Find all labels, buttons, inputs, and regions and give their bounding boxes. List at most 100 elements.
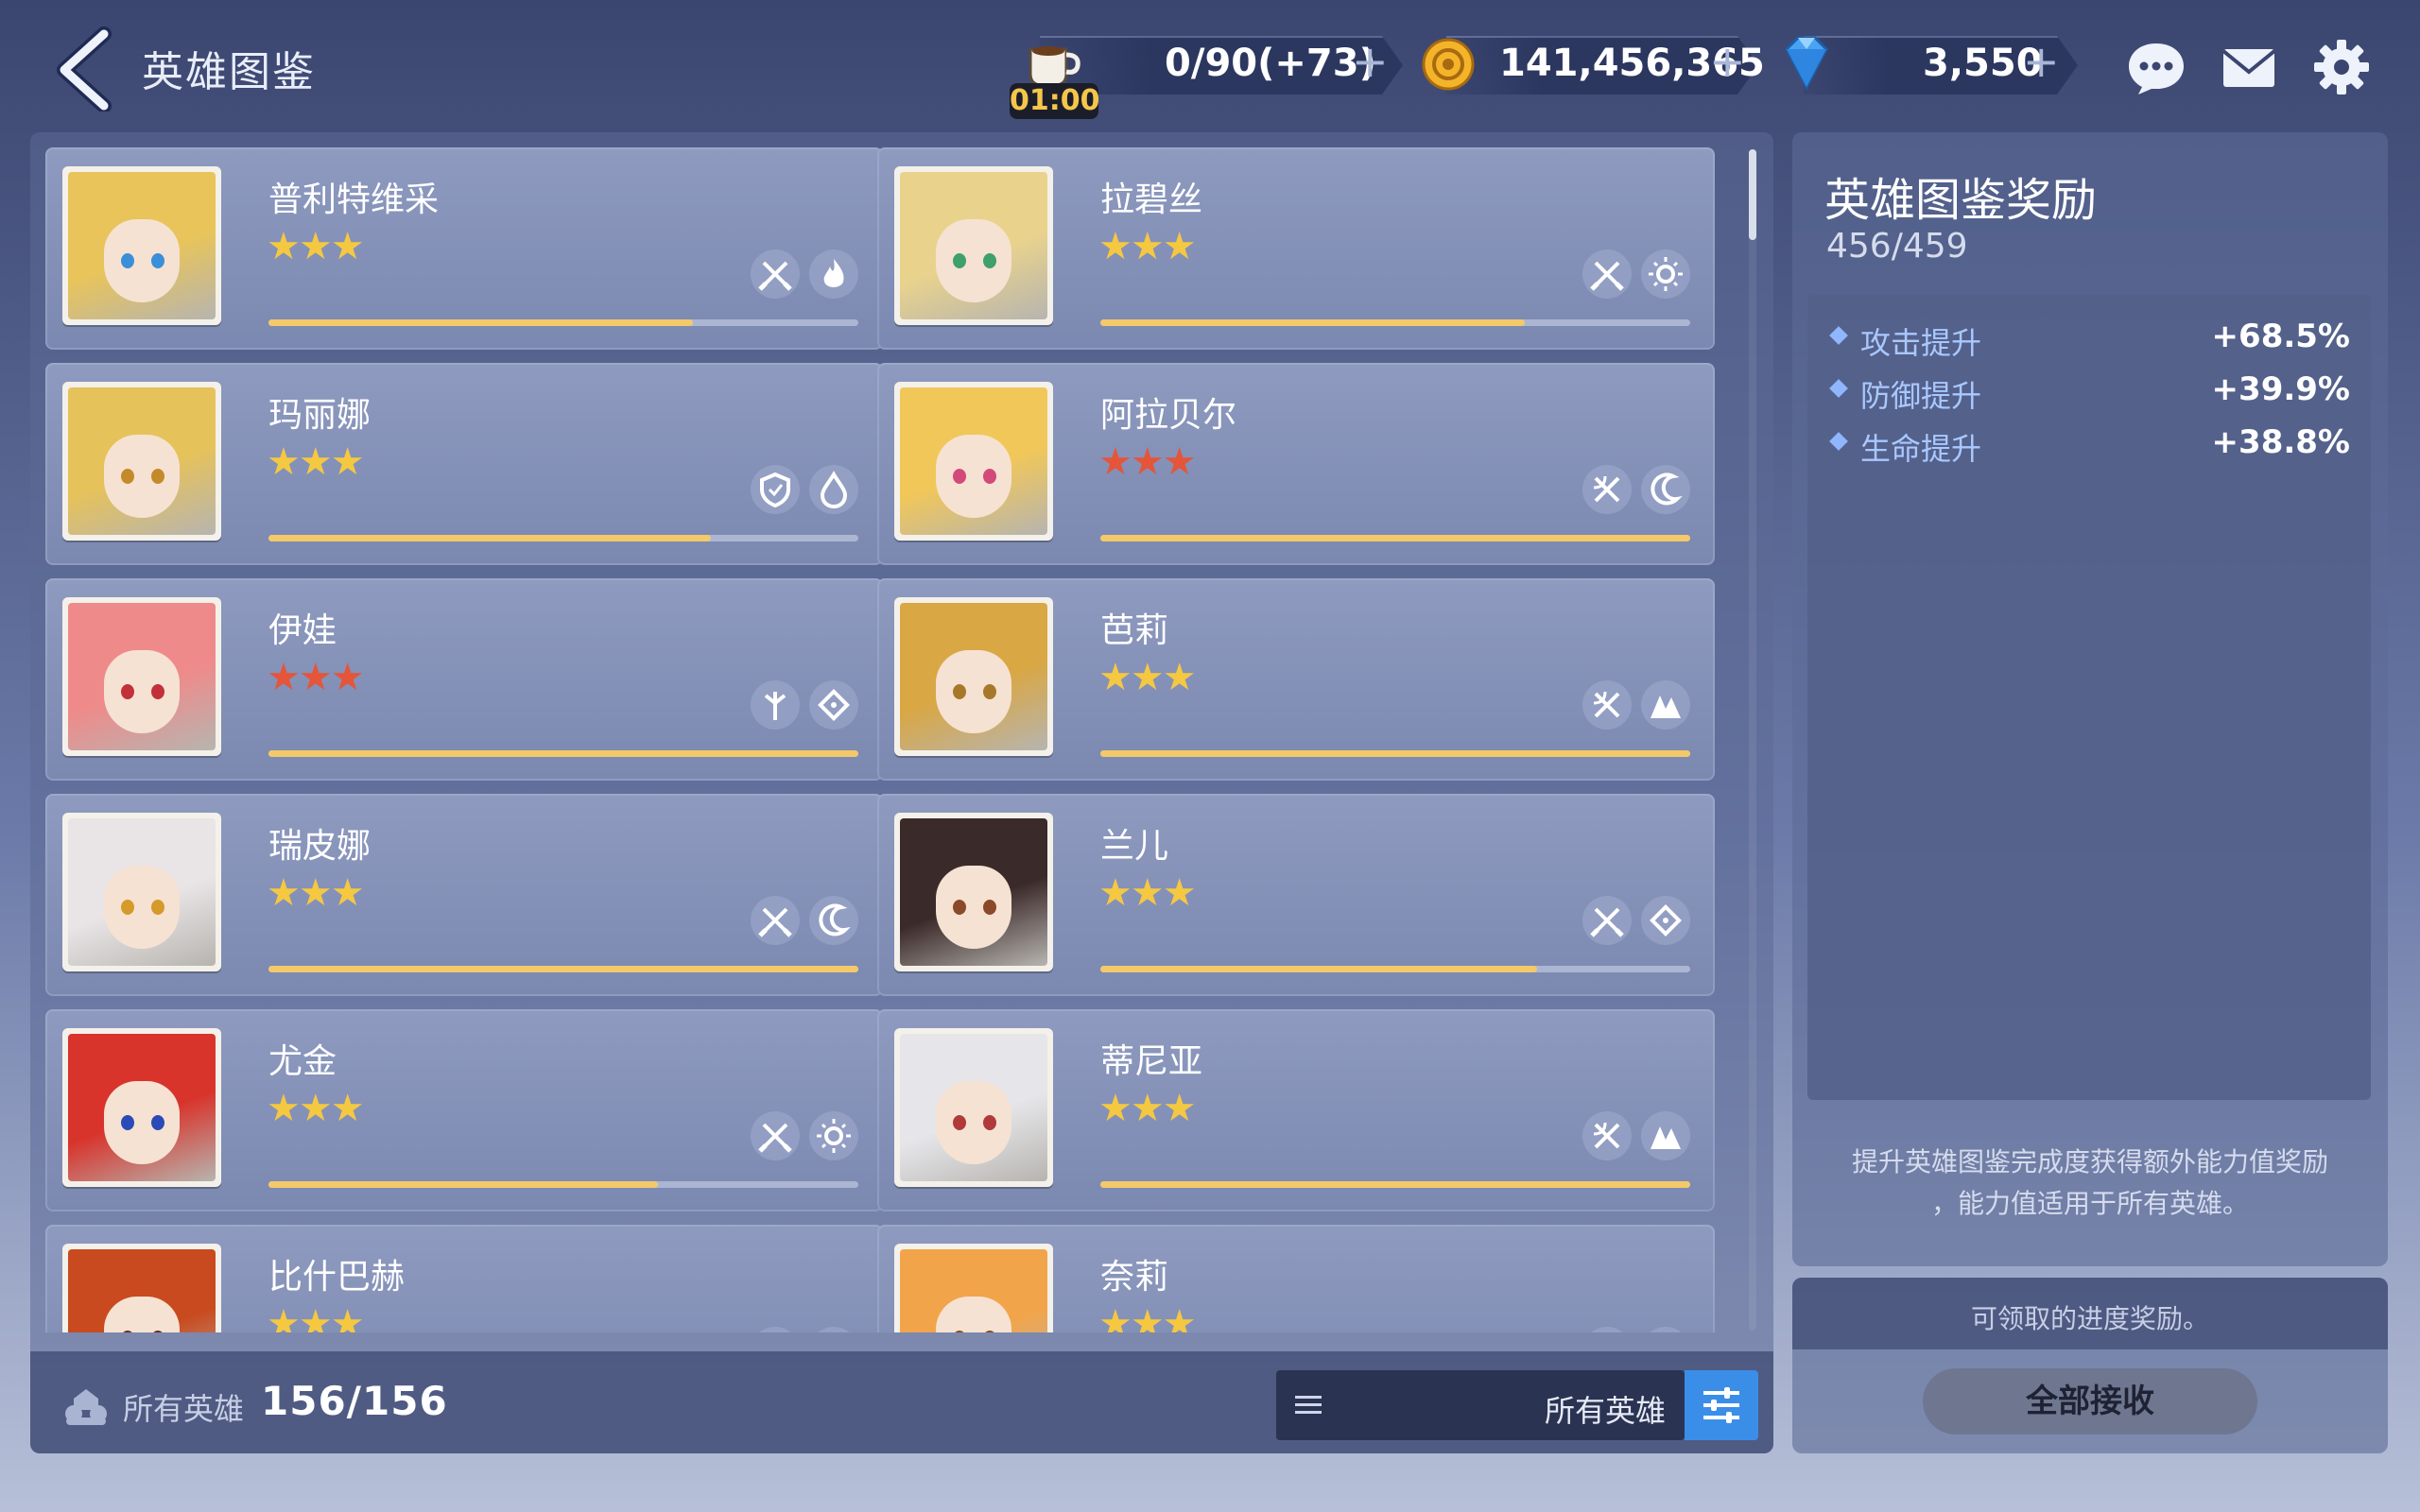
gold-coin-icon <box>1418 32 1478 96</box>
hero-name: 比什巴赫 <box>268 1258 406 1297</box>
hero-list[interactable]: 普利特维采 ★★★ 拉碧丝 ★★★ 玛丽娜 ★★★ 阿拉贝尔 ★★★ 伊娃 ★★… <box>30 132 1773 1332</box>
diamond-icon <box>1775 32 1838 96</box>
hero-filter-dropdown[interactable]: 所有英雄 <box>1276 1370 1685 1440</box>
moon-icon <box>1641 465 1690 514</box>
hero-stars: ★★★ <box>1098 656 1197 699</box>
gem-plus-button[interactable]: + <box>2023 36 2060 87</box>
hero-portrait <box>62 1244 221 1332</box>
hero-progress-bar <box>1100 750 1690 757</box>
crossed-swords-icon <box>1582 249 1632 299</box>
hero-name: 尤金 <box>268 1042 337 1081</box>
hero-progress-bar <box>268 750 858 757</box>
hero-progress-bar <box>268 535 858 541</box>
light-icon <box>809 1111 858 1160</box>
stat-value: +39.9% <box>2211 370 2350 408</box>
hero-card[interactable]: 瑞皮娜 ★★★ <box>45 794 883 996</box>
hero-stars: ★★★ <box>267 1302 365 1332</box>
claim-all-button[interactable]: 全部接收 <box>1923 1368 2257 1435</box>
mail-icon[interactable] <box>2218 36 2280 98</box>
hero-portrait <box>62 382 221 541</box>
reward-title: 英雄图鉴奖励 <box>1824 174 2098 227</box>
hero-card[interactable]: 阿拉贝尔 ★★★ <box>877 363 1715 565</box>
filter-settings-button[interactable] <box>1685 1370 1758 1440</box>
crossed-swords-icon <box>1582 896 1632 945</box>
hero-portrait <box>62 813 221 971</box>
all-heroes-label: 所有英雄 <box>123 1391 245 1427</box>
hero-name: 拉碧丝 <box>1100 180 1203 219</box>
hero-portrait <box>894 166 1053 325</box>
bullet-icon <box>1829 379 1848 398</box>
hero-card[interactable]: 芭莉 ★★★ <box>877 578 1715 781</box>
crossed-swords-icon <box>751 249 800 299</box>
stat-row-attack: 攻击提升 +68.5% <box>1829 316 2350 363</box>
hero-card[interactable]: 兰儿 ★★★ <box>877 794 1715 996</box>
list-footer: 所有英雄 156/156 所有英雄 <box>30 1351 1773 1453</box>
hero-card[interactable]: 比什巴赫 ★★★ <box>45 1225 883 1332</box>
gear-icon[interactable] <box>2310 36 2373 98</box>
hero-progress-bar <box>268 319 858 326</box>
list-scrollbar[interactable] <box>1749 149 1756 1331</box>
reward-description: 提升英雄图鉴完成度获得额外能力值奖励 ，能力值适用于所有英雄。 <box>1811 1142 2369 1225</box>
hero-progress-bar <box>1100 966 1690 972</box>
bullet-icon <box>1829 326 1848 345</box>
shield-icon <box>751 465 800 514</box>
hero-card[interactable]: 玛丽娜 ★★★ <box>45 363 883 565</box>
hero-progress-bar <box>1100 535 1690 541</box>
hero-name: 伊娃 <box>268 611 337 650</box>
staff-icon <box>751 680 800 730</box>
list-scrollbar-thumb[interactable] <box>1749 149 1756 240</box>
hero-card[interactable]: 拉碧丝 ★★★ <box>877 147 1715 350</box>
hero-list-panel: 普利特维采 ★★★ 拉碧丝 ★★★ 玛丽娜 ★★★ 阿拉贝尔 ★★★ 伊娃 ★★… <box>30 132 1773 1453</box>
crossed-swords-icon <box>751 896 800 945</box>
chat-bubble-icon[interactable] <box>2125 36 2187 98</box>
hero-card[interactable]: 奈莉 ★★★ <box>877 1225 1715 1332</box>
gem-resource: 3,550 + <box>1766 28 2078 102</box>
stat-value: +68.5% <box>2211 318 2350 355</box>
bow-icon <box>1582 680 1632 730</box>
gold-resource: 141,456,365 + <box>1409 28 1765 102</box>
water-icon <box>809 465 858 514</box>
reward-note-line2: ，能力值适用于所有英雄。 <box>1930 1188 2249 1219</box>
hamburger-menu-icon <box>1295 1394 1322 1420</box>
stamina-timer: 01:00 <box>1010 83 1100 119</box>
hero-progress-bar <box>268 1181 858 1188</box>
stamina-plus-button[interactable]: + <box>1352 36 1389 87</box>
hero-stars: ★★★ <box>1098 1302 1197 1332</box>
stat-label: 攻击提升 <box>1860 325 1982 361</box>
hero-progress-bar <box>1100 1181 1690 1188</box>
claim-hint: 可领取的进度奖励。 <box>1970 1303 2209 1334</box>
hero-stars: ★★★ <box>267 1087 365 1130</box>
hero-card[interactable]: 伊娃 ★★★ <box>45 578 883 781</box>
hero-stars: ★★★ <box>1098 1087 1197 1130</box>
gold-plus-button[interactable]: + <box>1709 36 1746 87</box>
hero-card[interactable]: 蒂尼亚 ★★★ <box>877 1009 1715 1211</box>
sliders-icon <box>1703 1387 1739 1423</box>
mountain-icon <box>1641 1327 1690 1332</box>
hero-portrait <box>894 1244 1053 1332</box>
hero-group-icon <box>60 1385 112 1431</box>
hero-count: 156/156 <box>261 1378 448 1424</box>
hero-stars: ★★★ <box>267 871 365 915</box>
collection-progress: 456/459 <box>1826 227 1968 266</box>
light-icon <box>809 1327 858 1332</box>
hero-stars: ★★★ <box>267 225 365 268</box>
bullet-icon <box>1829 432 1848 451</box>
hero-name: 芭莉 <box>1100 611 1169 650</box>
stat-value: +38.8% <box>2211 423 2350 461</box>
hero-portrait <box>894 1028 1053 1187</box>
stat-row-defense: 防御提升 +39.9% <box>1829 369 2350 416</box>
hero-portrait <box>62 1028 221 1187</box>
mountain-icon <box>1641 1111 1690 1160</box>
hero-card[interactable]: 尤金 ★★★ <box>45 1009 883 1211</box>
claim-panel: 可领取的进度奖励。 全部接收 <box>1792 1278 2388 1453</box>
hero-card[interactable]: 普利特维采 ★★★ <box>45 147 883 350</box>
stat-label: 防御提升 <box>1860 378 1982 414</box>
back-button[interactable] <box>47 26 132 113</box>
bow-icon <box>1582 465 1632 514</box>
mountain-icon <box>1641 680 1690 730</box>
earth-icon <box>1641 896 1690 945</box>
hero-name: 阿拉贝尔 <box>1100 396 1237 435</box>
stat-label: 生命提升 <box>1860 431 1982 467</box>
hero-stars: ★★★ <box>267 656 365 699</box>
hero-name: 瑞皮娜 <box>268 827 372 866</box>
